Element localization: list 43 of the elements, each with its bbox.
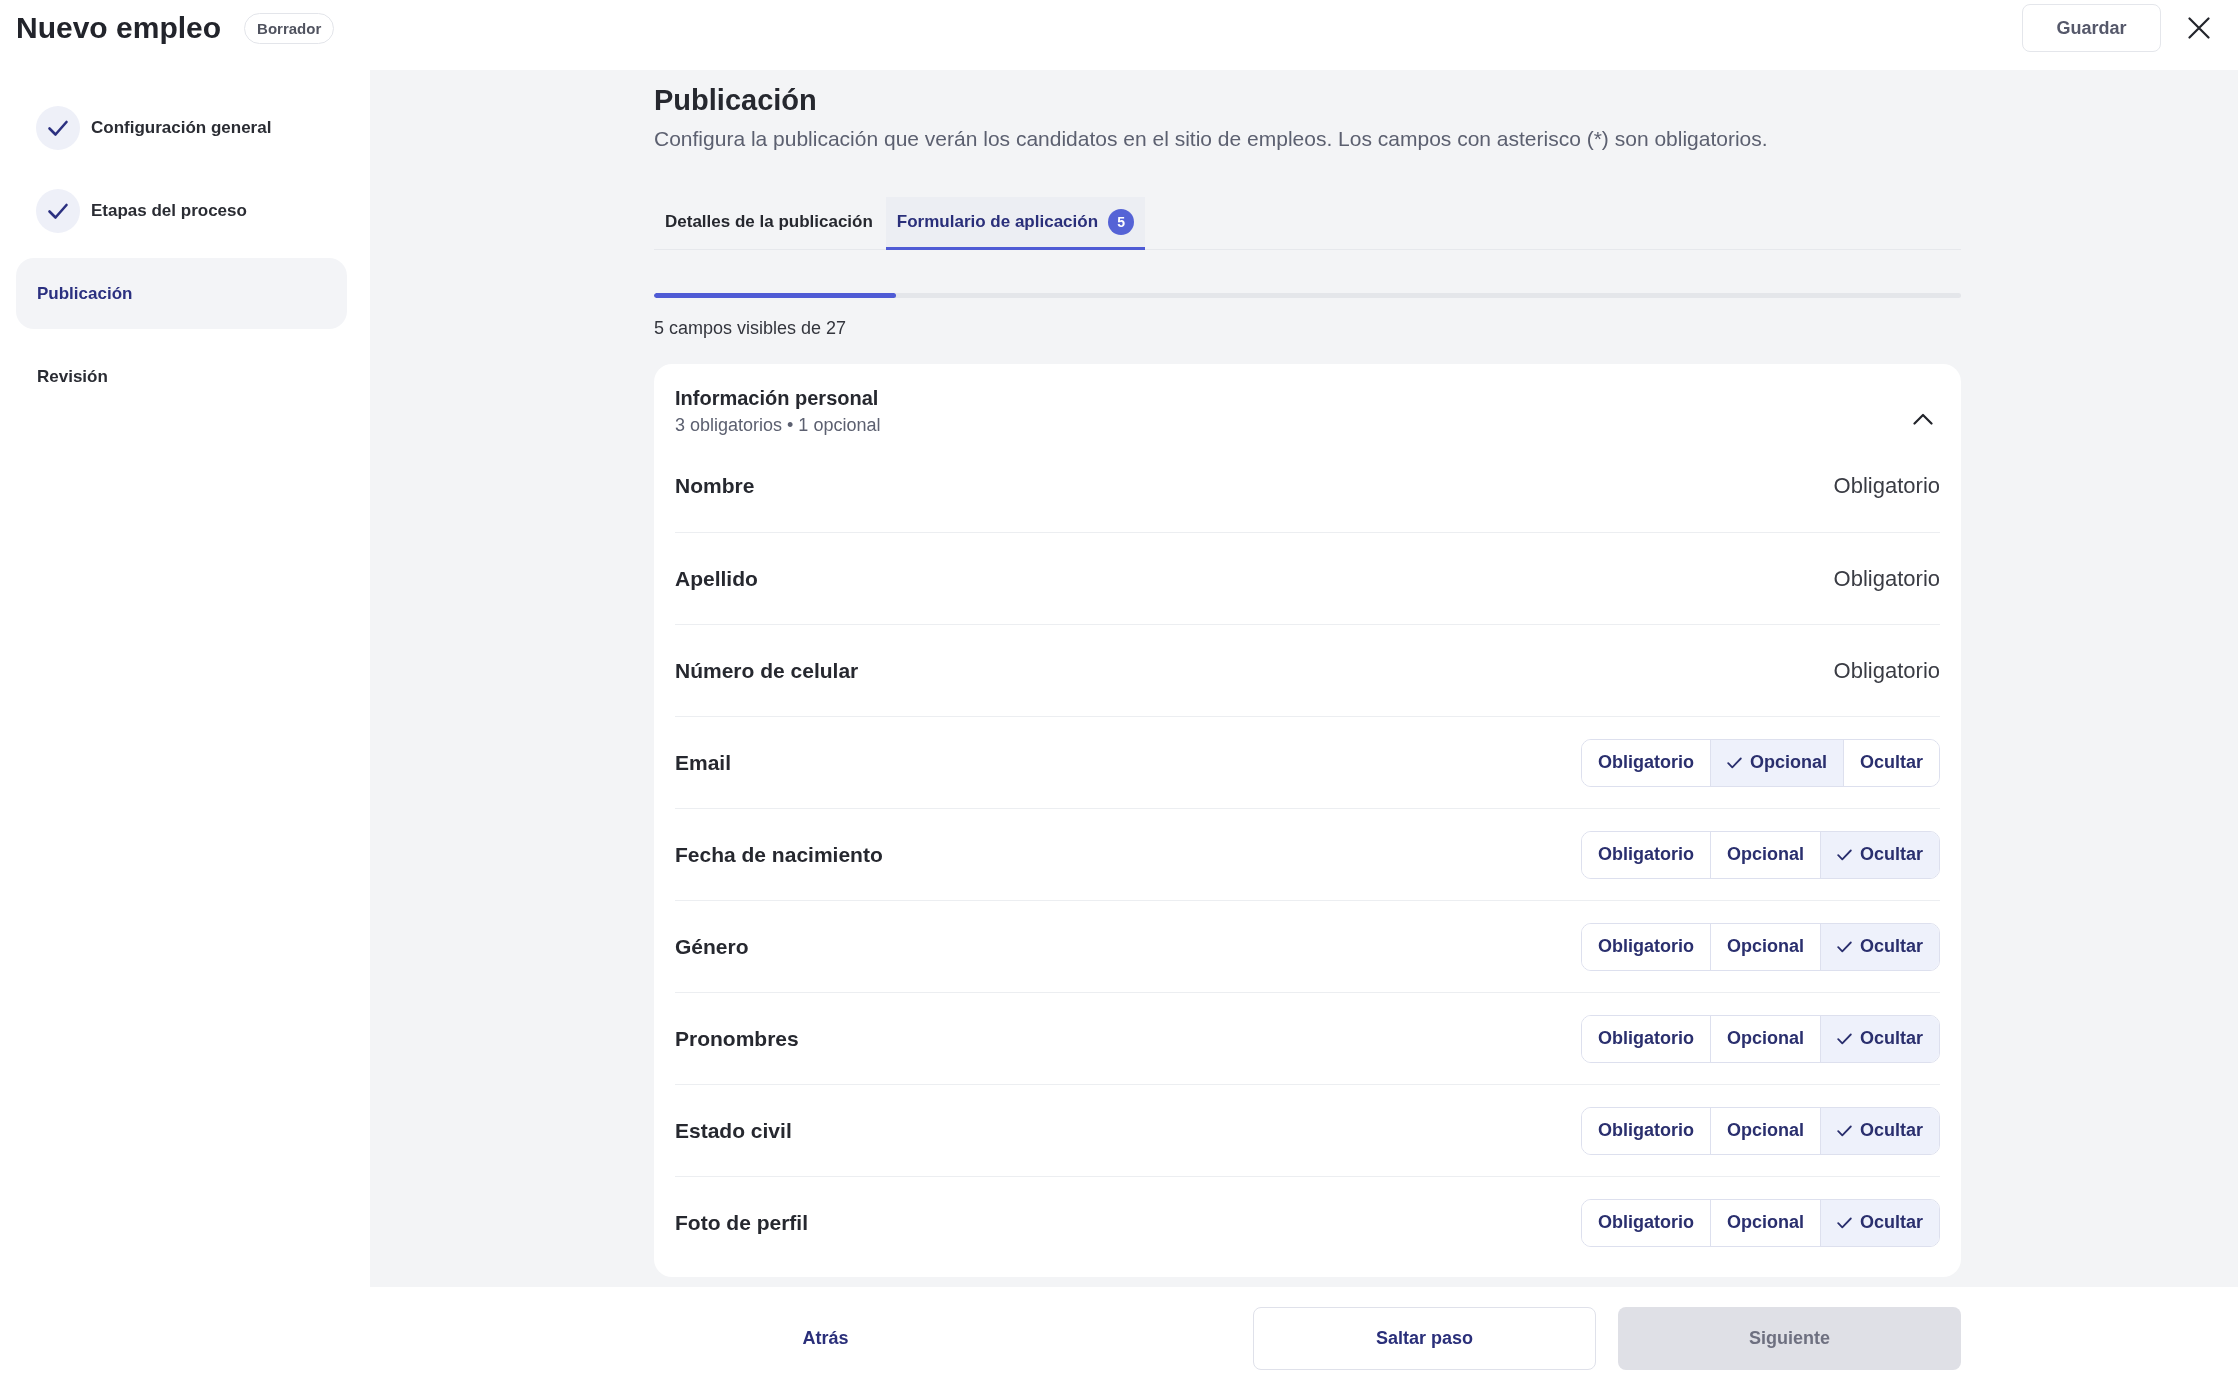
field-label: Foto de perfil [675, 1210, 808, 1235]
progress-caption: 5 campos visibles de 27 [654, 317, 848, 339]
field-label: Estado civil [675, 1118, 792, 1143]
app-title: Nuevo empleo [16, 10, 222, 46]
check-icon [1836, 1032, 1852, 1045]
check-icon [1836, 1124, 1852, 1137]
sidebar-item[interactable]: Publicación [16, 258, 347, 329]
segment-option[interactable]: Ocultar [1819, 1199, 1939, 1246]
close-icon[interactable] [2188, 17, 2210, 39]
check-icon [1836, 1216, 1852, 1229]
field-label: Apellido [675, 566, 758, 591]
requirement-text: Obligatorio [1833, 657, 1940, 684]
field-label: Fecha de nacimiento [675, 842, 883, 867]
skip-button[interactable]: Saltar paso [1253, 1307, 1596, 1370]
sidebar-item[interactable]: Configuración general [16, 92, 347, 163]
count-badge: 5 [1108, 209, 1135, 235]
sidebar-item[interactable]: Revisión [16, 341, 347, 412]
section-title: Información personal [675, 386, 880, 411]
back-button[interactable]: Atrás [654, 1307, 997, 1370]
save-button[interactable]: Guardar [2022, 4, 2161, 52]
requirement-text: Obligatorio [1833, 565, 1940, 592]
section-summary: 3 obligatorios • 1 opcional [675, 414, 881, 436]
segment-option[interactable]: Opcional [1709, 739, 1843, 786]
check-icon [1836, 940, 1852, 953]
field-label: Número de celular [675, 658, 859, 683]
segment-option[interactable]: Ocultar [1819, 923, 1939, 970]
field-label: Género [675, 934, 749, 959]
check-icon [1836, 848, 1852, 861]
segment-option[interactable]: Ocultar [1819, 831, 1939, 878]
page-description: Configura la publicación que verán los candidatos en el sitio de empleos. Los campos con asterisco (*) son obligatorios. [654, 126, 1769, 152]
segment-option[interactable]: Ocultar [1819, 1015, 1939, 1062]
segment-option[interactable]: Ocultar [1819, 1107, 1939, 1154]
check-icon [1726, 756, 1742, 769]
field-label: Nombre [675, 474, 755, 498]
chevron-up-icon[interactable] [1913, 413, 1933, 425]
segment-option[interactable]: Ocultar [1842, 739, 1939, 786]
tab[interactable]: Formulario de aplicación 5 [885, 197, 1146, 250]
field-label: Email [675, 750, 732, 775]
page-heading: Publicación [654, 83, 818, 118]
tab[interactable]: Detalles de la publicación [654, 197, 884, 250]
requirement-text: Obligatorio [1833, 473, 1940, 499]
sidebar-item[interactable]: Etapas del proceso [16, 175, 347, 246]
field-label: Pronombres [675, 1026, 799, 1051]
